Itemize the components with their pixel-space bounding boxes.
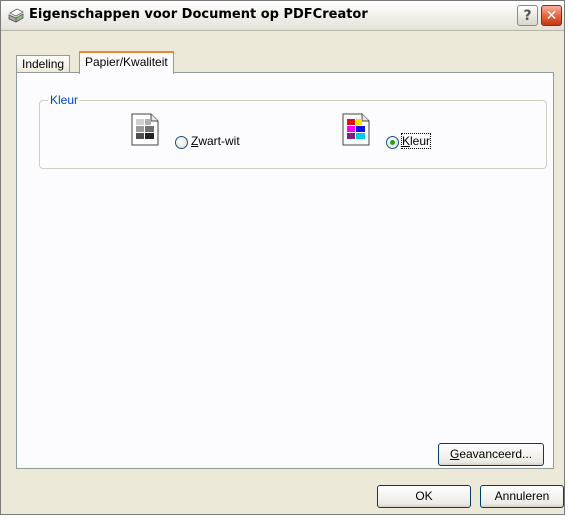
grayscale-printer-icon xyxy=(131,113,159,146)
grayscale-option-label[interactable]: Zwart-wit xyxy=(191,134,240,148)
color-option-label[interactable]: Kleur xyxy=(400,133,432,149)
radio-selected-dot xyxy=(390,140,395,145)
grayscale-radio[interactable] xyxy=(175,136,188,149)
help-button[interactable]: ? xyxy=(517,5,538,26)
tab-panel-papier-kwaliteit: Kleur Zwart-wit Kleur xyxy=(16,72,554,469)
color-group-label: Kleur xyxy=(48,93,81,107)
printer-icon xyxy=(8,8,24,23)
tab-papier-kwaliteit[interactable]: Papier/Kwaliteit xyxy=(79,51,174,74)
close-icon: ✕ xyxy=(545,7,558,24)
color-radio[interactable] xyxy=(386,136,399,149)
title-bar[interactable]: Eigenschappen voor Document op PDFCreato… xyxy=(1,1,564,31)
color-groupbox: Kleur Zwart-wit Kleur xyxy=(39,93,547,169)
window-title: Eigenschappen voor Document op PDFCreato… xyxy=(29,7,368,22)
close-button[interactable]: ✕ xyxy=(541,5,562,26)
color-printer-icon xyxy=(342,113,370,146)
tab-indeling[interactable]: Indeling xyxy=(16,55,71,73)
help-icon: ? xyxy=(523,7,532,24)
advanced-button[interactable]: Geavanceerd... xyxy=(438,443,544,466)
cancel-button[interactable]: Annuleren xyxy=(480,485,564,508)
properties-dialog: Eigenschappen voor Document op PDFCreato… xyxy=(0,0,565,515)
ok-button[interactable]: OK xyxy=(377,485,471,508)
